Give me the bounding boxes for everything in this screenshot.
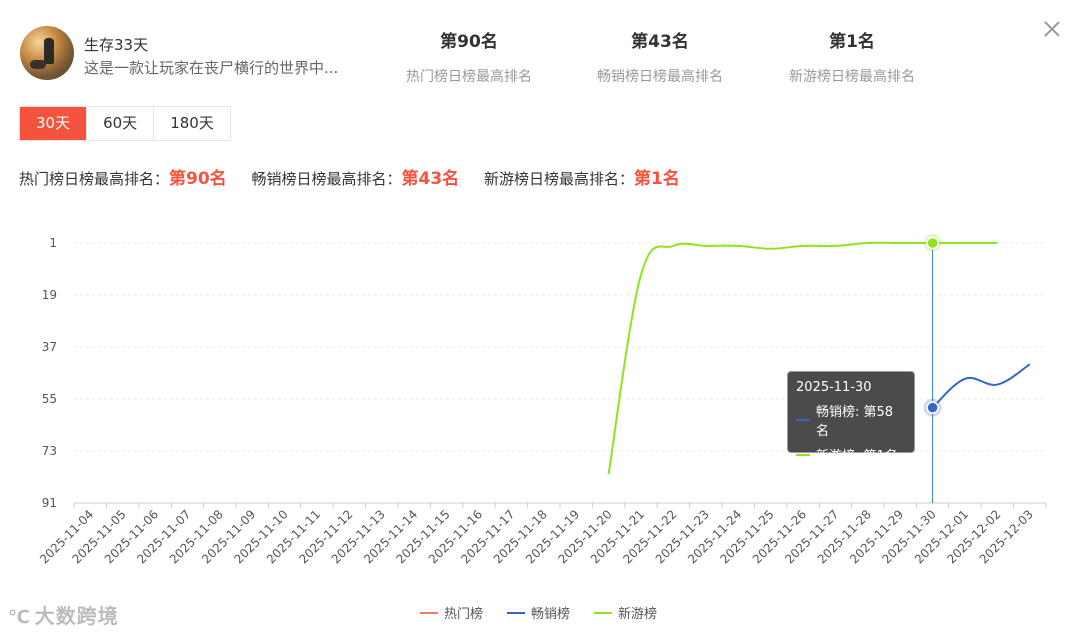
chart-legend: 热门榜 畅销榜 新游榜 (420, 603, 681, 622)
rank-line-chart: 119375573912025-11-042025-11-052025-11-0… (37, 234, 1047, 566)
y-tick-label: 37 (42, 340, 57, 354)
y-tick-label: 73 (42, 444, 57, 458)
legend-item-hot[interactable]: 热门榜 (420, 603, 483, 622)
legend-item-grossing[interactable]: 畅销榜 (507, 603, 570, 622)
legend-swatch (507, 611, 526, 614)
tooltip-date: 2025-11-30 (796, 380, 872, 395)
tooltip-row: 新游榜: 第1名 (816, 449, 898, 464)
watermark: ℃ 大数跨境 (8, 600, 119, 629)
watermark-logo-icon: ℃ (8, 607, 31, 628)
series-line (931, 363, 1031, 409)
legend-label: 热门榜 (444, 607, 484, 622)
highlight-point (926, 236, 939, 250)
legend-swatch (420, 611, 438, 614)
legend-label: 畅销榜 (531, 607, 571, 622)
tooltip-row: 畅销榜: 第58名 (815, 405, 894, 439)
y-tick-label: 91 (42, 496, 57, 510)
legend-swatch (594, 611, 613, 614)
highlight-point (926, 401, 939, 414)
chart-tooltip: 2025-11-30 畅销榜: 第58名 新游榜: 第1名 (787, 371, 915, 464)
y-tick-label: 1 (49, 236, 57, 250)
y-tick-label: 55 (42, 392, 57, 406)
y-tick-label: 19 (42, 288, 57, 302)
legend-label: 新游榜 (618, 607, 658, 622)
legend-item-new[interactable]: 新游榜 (594, 603, 657, 622)
tooltip-swatch (796, 453, 810, 456)
watermark-text: 大数跨境 (34, 604, 119, 628)
tooltip-swatch (796, 419, 810, 421)
